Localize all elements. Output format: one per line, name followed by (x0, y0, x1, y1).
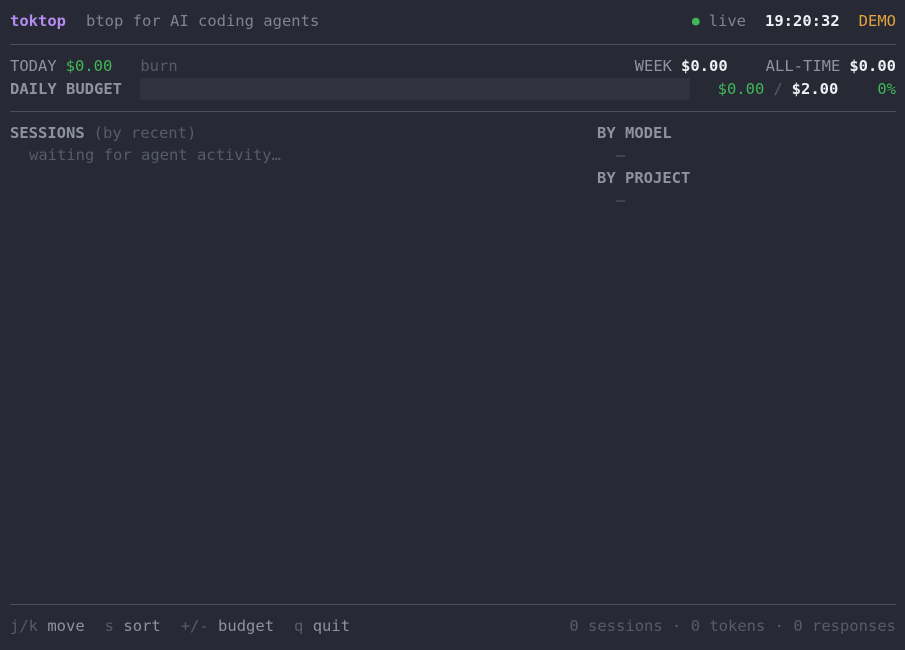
app-tagline: btop for AI coding agents (86, 12, 320, 30)
key-hint: q (294, 617, 304, 635)
budget-separator: / (773, 80, 783, 98)
today-value: $0.00 (65, 57, 113, 75)
sessions-title: SESSIONS (10, 124, 85, 142)
sessions-list[interactable]: waiting for agent activity… (29, 144, 281, 166)
sessions-empty-message: waiting for agent activity… (29, 146, 281, 164)
footer-divider (10, 604, 896, 605)
keybind-sort[interactable]: s sort (105, 617, 161, 635)
by-model-empty: — (616, 146, 626, 164)
today-label: TODAY (10, 57, 57, 75)
footer-stats: 0 sessions · 0 tokens · 0 responses (569, 617, 896, 635)
key-action: quit (312, 617, 351, 635)
key-action: move (47, 617, 85, 635)
by-model-title: BY MODEL (597, 124, 672, 142)
live-indicator-icon: ● (691, 13, 700, 29)
by-model-section: BY MODEL (597, 122, 672, 144)
budget-percent: 0% (877, 80, 896, 98)
by-project-empty: — (616, 191, 626, 209)
app-name: toktop (10, 12, 66, 30)
keybind-budget[interactable]: +/- budget (181, 617, 274, 635)
key-action: sort (123, 617, 161, 635)
week-value: $0.00 (681, 57, 728, 75)
keybind-quit[interactable]: q quit (294, 617, 350, 635)
live-status: live (708, 12, 747, 30)
week-label: WEEK (634, 57, 672, 75)
mode-badge: DEMO (858, 12, 896, 30)
alltime-label: ALL-TIME (765, 57, 841, 75)
budget-progress-bar (139, 78, 690, 100)
footer-bar: j/k move s sort +/- budget q quit 0 sess… (10, 615, 896, 637)
budget-spent: $0.00 (717, 80, 765, 98)
alltime-value: $0.00 (849, 57, 896, 75)
by-project-title: BY PROJECT (597, 169, 691, 187)
keybind-move[interactable]: j/k move (10, 617, 85, 635)
key-hint: j/k (10, 617, 38, 635)
summary-divider (10, 111, 896, 112)
sessions-sort-note: (by recent) (93, 124, 197, 142)
clock: 19:20:32 (765, 12, 840, 30)
budget-label: DAILY BUDGET (10, 80, 122, 98)
sessions-header: SESSIONS (by recent) (10, 122, 196, 144)
burn-label: burn (140, 57, 178, 75)
header-divider (10, 44, 896, 45)
key-action: budget (218, 617, 275, 635)
header-bar: toktop btop for AI coding agents ● live … (10, 10, 896, 32)
budget-row: DAILY BUDGET $0.00 / $2.00 0% (10, 78, 896, 100)
budget-total: $2.00 (791, 80, 839, 98)
by-project-section: BY PROJECT (597, 167, 690, 189)
key-hint: +/- (180, 617, 209, 635)
key-hint: s (104, 617, 115, 635)
summary-row: TODAY $0.00 burn WEEK $0.00 ALL-TIME $0.… (10, 55, 896, 77)
